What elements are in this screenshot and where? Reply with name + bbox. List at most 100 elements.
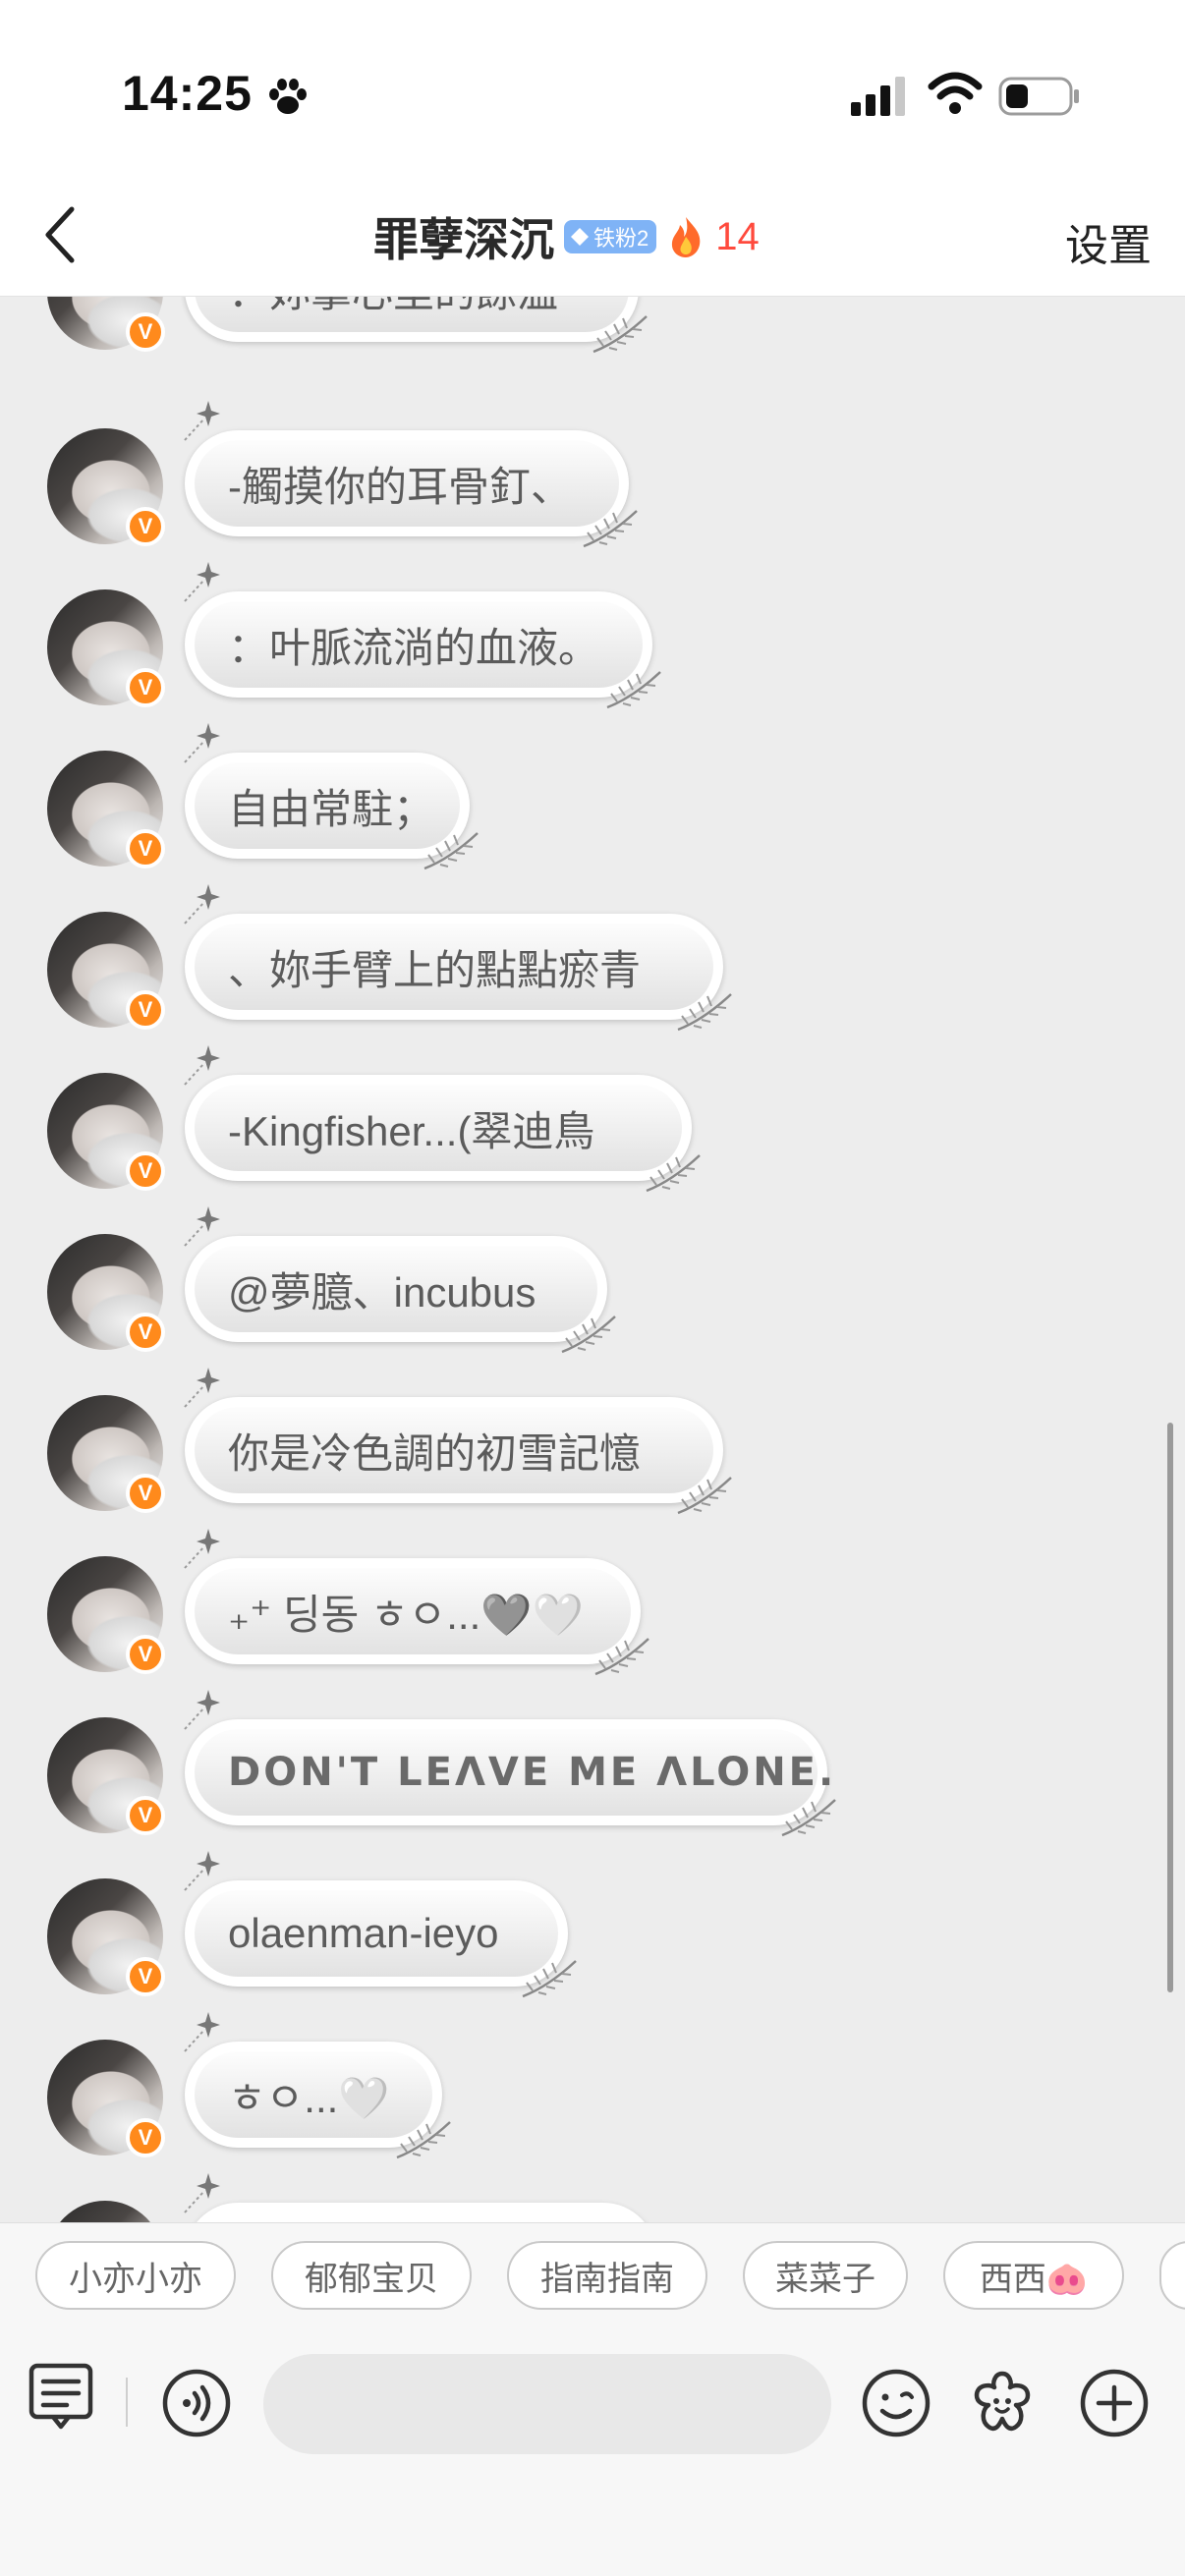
avatar[interactable]: V <box>47 428 165 546</box>
feather-decoration-icon <box>646 1154 701 1193</box>
quick-reply-chip[interactable]: 郁郁宝贝 <box>271 2241 472 2310</box>
message-row: V ：叶脈流淌的血液。 <box>0 562 1185 751</box>
plus-circle-icon[interactable] <box>1079 2368 1150 2438</box>
message-text: 自由常駐； <box>228 785 435 832</box>
feather-decoration-icon <box>561 1316 616 1354</box>
input-toolbar <box>0 2336 1185 2576</box>
voice-icon[interactable] <box>161 2368 232 2438</box>
avatar[interactable]: V <box>47 1234 165 1352</box>
message-bubble[interactable]: -觸摸你的耳骨釘、 <box>185 430 638 548</box>
fan-level-label: 铁粉2 <box>593 226 649 251</box>
message-bubble[interactable]: -Kingfisher...(翠迪鳥 <box>185 1075 701 1193</box>
message-text: -觸摸你的耳骨釘、 <box>228 463 572 510</box>
message-text: ：叶脈流淌的血液。 <box>228 624 600 671</box>
feather-decoration-icon <box>423 832 479 870</box>
message-bubble[interactable]: 你是冷色調的初雪記憶 <box>185 1397 732 1515</box>
cellular-signal-icon <box>851 77 905 116</box>
message-row-partial <box>0 2173 1185 2222</box>
feather-decoration-icon <box>677 993 732 1032</box>
message-row: V ：妳掌心里的餘溫 <box>0 297 1185 395</box>
message-text: olaenman-ieyo <box>228 1910 499 1956</box>
verified-badge: V <box>126 829 165 868</box>
verified-badge: V <box>126 1474 165 1513</box>
verified-badge: V <box>126 1635 165 1674</box>
message-text: -Kingfisher...(翠迪鳥 <box>228 1107 595 1154</box>
flower-sticker-icon[interactable] <box>967 2368 1038 2438</box>
verified-badge: V <box>126 1957 165 1996</box>
message-text: DON'T LEΛVE ME ΛLONE. <box>228 1750 837 1795</box>
message-bubble[interactable] <box>185 2203 656 2222</box>
feather-decoration-icon <box>677 1477 732 1515</box>
verified-badge: V <box>126 668 165 707</box>
avatar[interactable]: V <box>47 912 165 1030</box>
avatar[interactable]: V <box>47 1878 165 1996</box>
message-bubble[interactable]: DON'T LEΛVE ME ΛLONE. <box>185 1719 836 1837</box>
message-text: 、妳手臂上的點點瘀青 <box>228 946 642 993</box>
quick-reply-chip[interactable]: 菜菜子 <box>743 2241 908 2310</box>
avatar[interactable]: V <box>47 751 165 868</box>
chevron-left-icon <box>45 206 75 263</box>
avatar[interactable]: V <box>47 1073 165 1191</box>
fire-icon <box>672 217 701 257</box>
fan-level-badge: 铁粉2 <box>564 220 657 253</box>
message-row: V ㅎㅇ...🤍 <box>0 2012 1185 2201</box>
verified-badge: V <box>126 507 165 546</box>
avatar[interactable]: V <box>47 1556 165 1674</box>
message-text: 你是冷色調的初雪記憶 <box>228 1429 642 1477</box>
avatar[interactable]: V <box>47 1395 165 1513</box>
status-bar: 14:25 <box>0 0 1185 177</box>
feather-decoration-icon <box>781 1799 836 1837</box>
chat-title-group[interactable]: 罪孽深沉 铁粉2 14 <box>373 202 760 271</box>
feather-decoration-icon <box>396 2121 451 2159</box>
message-bubble[interactable]: 、妳手臂上的點點瘀青 <box>185 914 732 1032</box>
paw-icon <box>269 79 307 114</box>
avatar[interactable] <box>47 2201 163 2222</box>
feather-decoration-icon <box>522 1960 577 1998</box>
keyboard-menu-icon[interactable] <box>28 2362 98 2433</box>
nav-bar: 罪孽深沉 铁粉2 14 设置 <box>0 177 1185 297</box>
feather-decoration-icon <box>583 510 638 548</box>
message-input[interactable] <box>263 2354 831 2454</box>
message-text: ：妳掌心里的餘溫 <box>228 297 558 319</box>
avatar[interactable]: V <box>47 2040 165 2157</box>
message-bubble[interactable]: @夢臆、incubus <box>185 1236 616 1354</box>
avatar[interactable]: V <box>47 297 165 352</box>
toolbar-divider <box>126 2378 128 2427</box>
verified-badge: V <box>126 312 165 352</box>
quick-reply-chip[interactable]: 西西🐽 <box>943 2241 1124 2310</box>
message-bubble[interactable]: ₊⁺ 딩동 ㅎㅇ...🩶🤍 <box>185 1558 649 1676</box>
message-bubble[interactable]: ㅎㅇ...🤍 <box>185 2042 451 2159</box>
message-row: V ₊⁺ 딩동 ㅎㅇ...🩶🤍 <box>0 1529 1185 1717</box>
message-bubble[interactable]: olaenman-ieyo <box>185 1880 577 1998</box>
verified-badge: V <box>126 1313 165 1352</box>
battery-icon <box>998 77 1079 116</box>
message-row: V olaenman-ieyo <box>0 1851 1185 2040</box>
verified-badge: V <box>126 1151 165 1191</box>
quick-reply-chip[interactable]: 小亦小亦 <box>35 2241 236 2310</box>
message-row: V 你是冷色調的初雪記憶 <box>0 1368 1185 1556</box>
message-text: ₊⁺ 딩동 ㅎㅇ...🩶🤍 <box>228 1591 584 1638</box>
quick-reply-chip[interactable]: 指南指南 <box>507 2241 707 2310</box>
settings-button[interactable]: 设置 <box>1065 210 1152 273</box>
quick-reply-bar: 小亦小亦 郁郁宝贝 指南指南 菜菜子 西西🐽 <box>0 2222 1185 2336</box>
message-bubble[interactable]: 自由常駐； <box>185 753 479 870</box>
message-bubble[interactable]: ：妳掌心里的餘溫 <box>185 297 648 354</box>
diamond-icon <box>571 228 589 246</box>
message-row: V -觸摸你的耳骨釘、 <box>0 401 1185 589</box>
message-bubble[interactable]: ：叶脈流淌的血液。 <box>185 591 661 709</box>
page-title: 罪孽深沉 <box>373 214 554 265</box>
verified-badge: V <box>126 1796 165 1835</box>
scrollbar[interactable] <box>1167 1423 1173 1992</box>
fire-count: 14 <box>715 214 760 258</box>
wifi-icon <box>928 72 983 114</box>
verified-badge: V <box>126 2118 165 2157</box>
quick-reply-chip-partial[interactable] <box>1159 2241 1185 2310</box>
message-text: @夢臆、incubus <box>228 1268 536 1316</box>
avatar[interactable]: V <box>47 589 165 707</box>
back-button[interactable] <box>26 198 94 271</box>
avatar[interactable]: V <box>47 1717 165 1835</box>
emoji-icon[interactable] <box>861 2368 931 2438</box>
message-list[interactable]: V ：妳掌心里的餘溫 V -觸摸你的耳骨釘、 V ：叶脈流淌的血液。 V 自由常… <box>0 297 1185 2222</box>
status-time: 14:25 <box>122 66 253 121</box>
message-row: V DON'T LEΛVE ME ΛLONE. <box>0 1690 1185 1878</box>
